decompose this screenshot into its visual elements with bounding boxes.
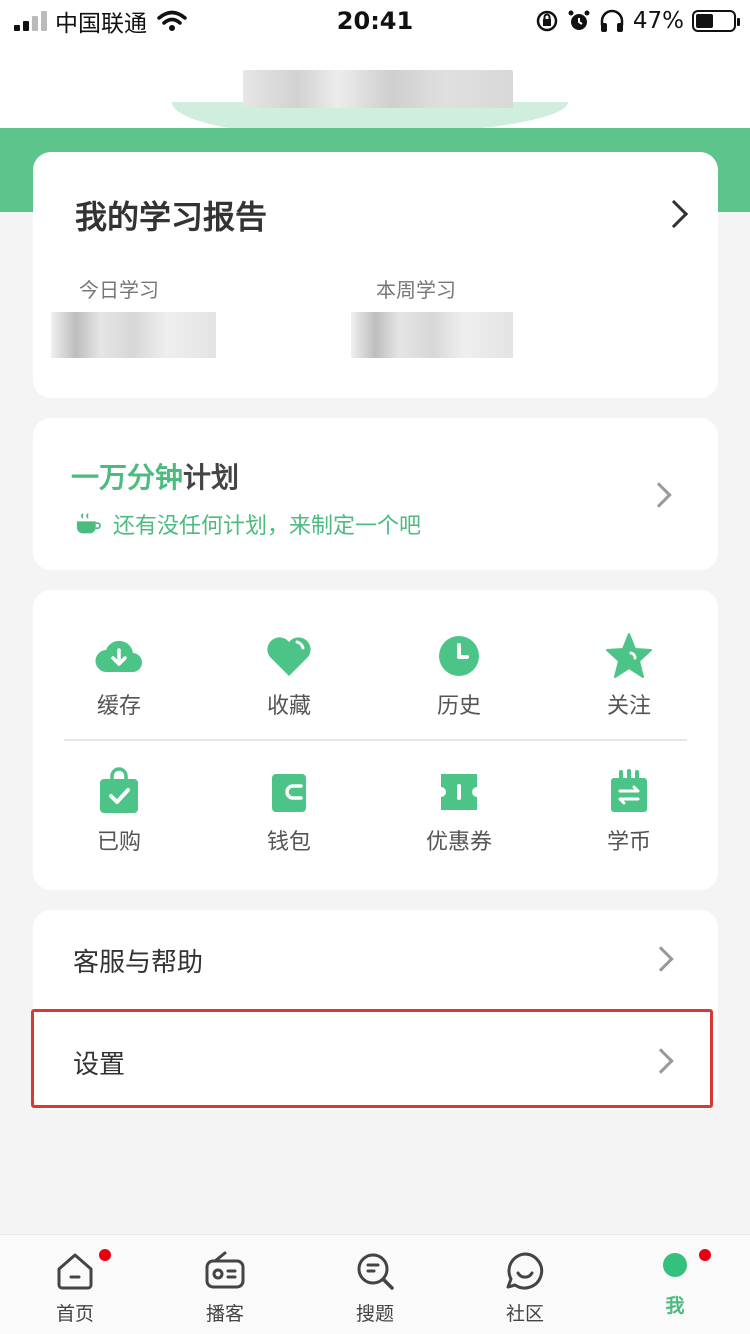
carrier-name: 中国联通 bbox=[55, 11, 147, 37]
wifi-icon bbox=[157, 10, 187, 31]
shortcut-label: 缓存 bbox=[96, 694, 141, 719]
notification-dot bbox=[99, 1249, 111, 1261]
cloud-download-icon bbox=[95, 640, 143, 673]
shortcut-history[interactable]: 历史 bbox=[374, 630, 544, 720]
shortcut-label: 已购 bbox=[96, 830, 141, 855]
battery-icon bbox=[692, 10, 740, 32]
shortcut-purchased[interactable]: 已购 bbox=[34, 766, 204, 856]
plan-subtitle-row: 还有没任何计划，来制定一个吧 bbox=[73, 508, 421, 540]
tab-label: 播客 bbox=[205, 1303, 244, 1325]
tab-home[interactable]: 首页 bbox=[0, 1249, 150, 1326]
plan-title: 一万分钟计划 bbox=[71, 456, 239, 496]
shortcut-label: 收藏 bbox=[266, 694, 311, 719]
username-blurred[interactable] bbox=[243, 70, 513, 108]
shortcut-wallet[interactable]: 钱包 bbox=[204, 766, 374, 856]
tab-community[interactable]: 社区 bbox=[450, 1249, 600, 1326]
tab-label: 社区 bbox=[505, 1303, 544, 1325]
shortcut-coupons[interactable]: 优惠券 bbox=[374, 766, 544, 856]
tab-label: 搜题 bbox=[355, 1303, 394, 1325]
bottom-tab-bar: 首页 播客 搜题 社区 我 bbox=[0, 1234, 750, 1334]
heart-icon bbox=[267, 637, 311, 676]
tab-me[interactable]: 我 bbox=[600, 1249, 750, 1318]
chevron-right-icon bbox=[648, 946, 674, 972]
headphones-icon bbox=[600, 9, 624, 32]
status-bar: 中国联通 20:41 47% bbox=[0, 0, 750, 42]
chevron-right-icon bbox=[659, 199, 689, 229]
today-study-label: 今日学习 bbox=[79, 278, 159, 302]
clock-icon bbox=[439, 636, 479, 676]
signal-icon bbox=[14, 11, 47, 31]
tab-label: 首页 bbox=[55, 1303, 94, 1325]
shortcut-label: 优惠券 bbox=[425, 830, 492, 855]
shortcuts-divider bbox=[64, 739, 687, 741]
shortcut-following[interactable]: 关注 bbox=[544, 630, 714, 720]
shortcut-label: 钱包 bbox=[266, 830, 311, 855]
shortcut-favorites[interactable]: 收藏 bbox=[204, 630, 374, 720]
today-study-value-blurred bbox=[51, 312, 216, 358]
star-icon bbox=[606, 633, 652, 678]
tab-search-questions[interactable]: 搜题 bbox=[300, 1249, 450, 1326]
search-question-icon bbox=[357, 1253, 394, 1290]
coin-exchange-icon bbox=[611, 769, 647, 812]
chevron-right-icon bbox=[646, 482, 672, 508]
wallet-icon bbox=[272, 774, 306, 812]
chat-smile-icon bbox=[506, 1252, 544, 1290]
shopping-bag-check-icon bbox=[100, 767, 138, 813]
study-report-card[interactable]: 我的学习报告 今日学习 本周学习 bbox=[33, 152, 718, 398]
menu-item-settings[interactable]: 设置 bbox=[33, 1012, 718, 1110]
home-icon bbox=[57, 1253, 93, 1290]
study-report-title: 我的学习报告 bbox=[75, 198, 268, 236]
tab-label: 我 bbox=[665, 1295, 685, 1317]
coffee-cup-icon bbox=[76, 513, 101, 534]
ten-thousand-minutes-plan-card[interactable]: 一万分钟计划 还有没任何计划，来制定一个吧 bbox=[33, 418, 718, 570]
alarm-icon bbox=[568, 10, 590, 30]
shortcut-study-coins[interactable]: 学币 bbox=[544, 766, 714, 856]
chevron-right-icon bbox=[648, 1048, 674, 1074]
menu-item-label: 客服与帮助 bbox=[73, 948, 204, 978]
notification-dot bbox=[699, 1249, 711, 1261]
coupon-icon bbox=[441, 774, 477, 810]
battery-percent: 47% bbox=[632, 8, 684, 34]
shortcuts-card: 缓存 收藏 历史 关注 已购 钱包 优惠券 学币 bbox=[33, 590, 718, 890]
radio-icon bbox=[205, 1251, 245, 1289]
week-study-value-blurred bbox=[351, 312, 513, 358]
week-study-label: 本周学习 bbox=[376, 278, 456, 302]
shortcut-label: 关注 bbox=[606, 694, 651, 719]
tab-podcast[interactable]: 播客 bbox=[150, 1249, 300, 1326]
shortcut-label: 历史 bbox=[436, 694, 481, 719]
menu-item-help[interactable]: 客服与帮助 bbox=[33, 910, 718, 1008]
shortcut-cache[interactable]: 缓存 bbox=[34, 630, 204, 720]
rotation-lock-icon bbox=[536, 10, 558, 32]
me-icon bbox=[663, 1253, 687, 1277]
plan-title-highlight: 一万分钟 bbox=[71, 461, 184, 494]
plan-subtitle: 还有没任何计划，来制定一个吧 bbox=[113, 514, 422, 539]
menu-item-label: 设置 bbox=[73, 1050, 126, 1080]
shortcut-label: 学币 bbox=[606, 830, 651, 855]
plan-title-suffix: 计划 bbox=[183, 461, 240, 494]
menu-card: 客服与帮助 设置 bbox=[33, 910, 718, 1110]
